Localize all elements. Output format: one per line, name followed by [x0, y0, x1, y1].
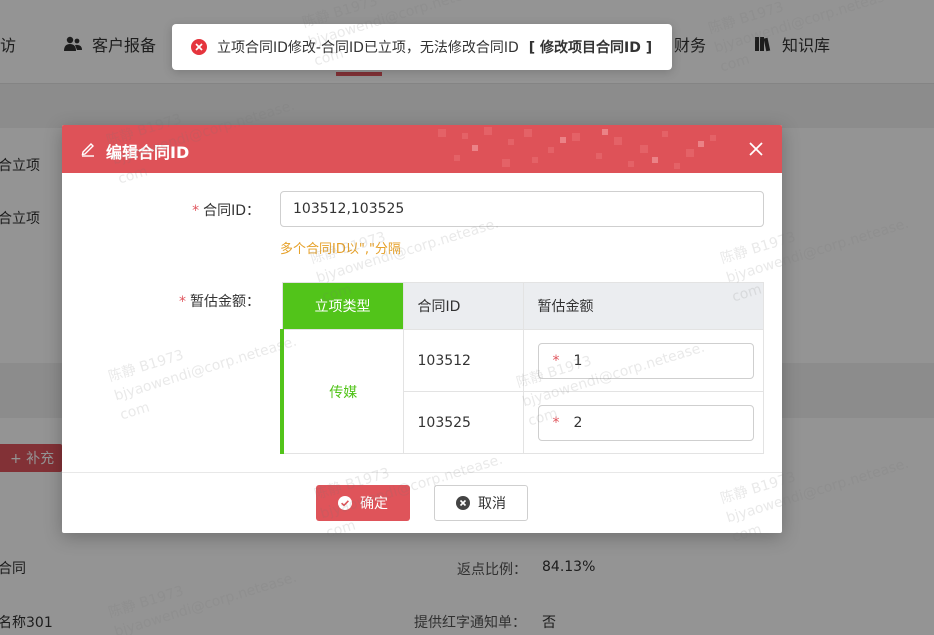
modal-title: 编辑合同ID [106, 143, 190, 162]
modal-divider [62, 472, 782, 473]
amount-cell: * 2 [522, 391, 764, 454]
required-mark: * [552, 352, 560, 369]
estimated-amount-label: * 暂估金额： [179, 294, 260, 310]
amount-input[interactable]: * 1 [537, 342, 754, 379]
contract-id-cell: 103525 [402, 391, 524, 454]
confirm-button[interactable]: 确定 [316, 485, 410, 521]
table-row: 传媒 103512 * 1 [280, 329, 764, 454]
edit-contract-modal: 编辑合同ID *合同ID： 多个合同ID以","分隔 *暂估金额： 立项类型 合… [62, 125, 782, 533]
amount-input[interactable]: * 2 [537, 404, 754, 441]
error-toast: 立项合同ID修改-合同ID已立项，无法修改合同ID [ 修改项目合同ID ] [172, 24, 672, 70]
header-estimated-amount: 暂估金额 [522, 282, 764, 330]
amount-cell: * 1 [522, 329, 764, 392]
toast-message: 立项合同ID修改-合同ID已立项，无法修改合同ID [217, 40, 519, 56]
edit-icon [81, 143, 94, 157]
estimated-amount-table: 立项类型 合同ID 暂估金额 传媒 103512 * 1 103525 * 2 [280, 282, 764, 454]
cancel-button[interactable]: 取消 [434, 485, 528, 521]
close-icon[interactable] [744, 137, 768, 161]
error-icon [191, 39, 207, 55]
required-mark: * [179, 294, 186, 310]
contract-id-label: * 合同ID： [192, 203, 260, 219]
contract-id-input[interactable] [280, 191, 764, 227]
toast-link[interactable]: [ 修改项目合同ID ] [529, 37, 652, 57]
project-type-cell: 传媒 [280, 329, 404, 454]
required-mark: * [552, 414, 560, 431]
header-project-type: 立项类型 [281, 282, 404, 330]
contract-id-hint: 多个合同ID以","分隔 [280, 242, 401, 257]
modal-header: 编辑合同ID [62, 125, 782, 173]
check-circle-icon [338, 496, 352, 510]
contract-id-cell: 103512 [402, 329, 524, 392]
cancel-circle-icon [456, 496, 470, 510]
required-mark: * [192, 203, 200, 219]
header-contract-id: 合同ID [402, 282, 524, 330]
